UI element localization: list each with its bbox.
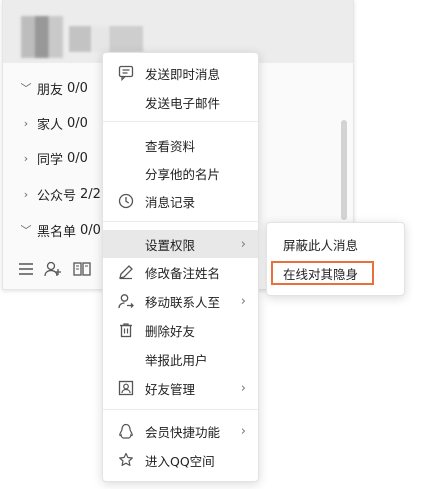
- group-classmates[interactable]: › 同学 0/0: [3, 144, 113, 172]
- group-family[interactable]: › 家人 0/0: [3, 109, 113, 137]
- chat-bubble-icon: [117, 64, 135, 82]
- menu-enter-qzone[interactable]: 进入QQ空间: [103, 446, 258, 474]
- pencil-icon: [117, 263, 135, 281]
- add-contact-icon[interactable]: [43, 259, 63, 279]
- chevron-right-icon: ›: [23, 151, 29, 165]
- penguin-icon: [117, 422, 135, 440]
- submenu-invisible-to-them[interactable]: 在线对其隐身: [271, 261, 374, 285]
- star-icon: [117, 451, 135, 469]
- menu-friend-management[interactable]: 好友管理 ›: [103, 374, 258, 402]
- menu-send-email[interactable]: 发送电子邮件: [103, 88, 258, 116]
- menu-divider: [103, 121, 258, 122]
- chevron-down-icon: ﹀: [20, 82, 32, 95]
- chevron-down-icon: ﹀: [20, 224, 32, 237]
- menu-share-card[interactable]: 分享他的名片: [103, 159, 258, 187]
- menu-message-history[interactable]: 消息记录: [103, 187, 258, 215]
- menu-divider: [103, 221, 258, 222]
- menu-vip-shortcuts[interactable]: 会员快捷功能 ›: [103, 417, 258, 445]
- group-friends[interactable]: ﹀ 朋友 0/0: [3, 74, 113, 102]
- menu-edit-remark[interactable]: 修改备注姓名: [103, 258, 258, 286]
- menu-send-instant-message[interactable]: 发送即时消息: [103, 59, 258, 87]
- submenu-block-messages[interactable]: 屏蔽此人消息: [267, 230, 404, 258]
- menu-report-user[interactable]: 举报此用户: [103, 345, 258, 373]
- chevron-right-icon: ›: [23, 187, 29, 201]
- group-blacklist[interactable]: ﹀ 黑名单 0/0: [3, 216, 113, 244]
- scrollbar[interactable]: [341, 120, 347, 220]
- trash-icon: [117, 321, 135, 339]
- group-official-accounts[interactable]: › 公众号 2/2: [3, 180, 113, 208]
- chevron-right-icon: ›: [240, 293, 246, 309]
- contact-card-icon: [117, 379, 135, 397]
- menu-delete-friend[interactable]: 删除好友: [103, 316, 258, 344]
- menu-icon[interactable]: [16, 259, 36, 279]
- context-menu: 发送即时消息 发送电子邮件 查看资料 分享他的名片 消息记录 设置权限 › 修改…: [102, 52, 259, 482]
- permissions-submenu: 屏蔽此人消息 在线对其隐身: [266, 222, 405, 296]
- chevron-right-icon: ›: [240, 423, 246, 439]
- chevron-right-icon: ›: [240, 380, 246, 396]
- menu-view-profile[interactable]: 查看资料: [103, 131, 258, 159]
- chevron-right-icon: ›: [240, 236, 246, 252]
- profile-name-blurred: [69, 26, 143, 52]
- menu-set-permissions[interactable]: 设置权限 ›: [103, 230, 258, 258]
- avatar[interactable]: [21, 16, 63, 58]
- menu-move-contact[interactable]: 移动联系人至 ›: [103, 287, 258, 315]
- chevron-right-icon: ›: [23, 116, 29, 130]
- clock-icon: [117, 192, 135, 210]
- menu-divider: [103, 409, 258, 410]
- apps-icon[interactable]: [72, 259, 92, 279]
- move-contact-icon: [117, 292, 135, 310]
